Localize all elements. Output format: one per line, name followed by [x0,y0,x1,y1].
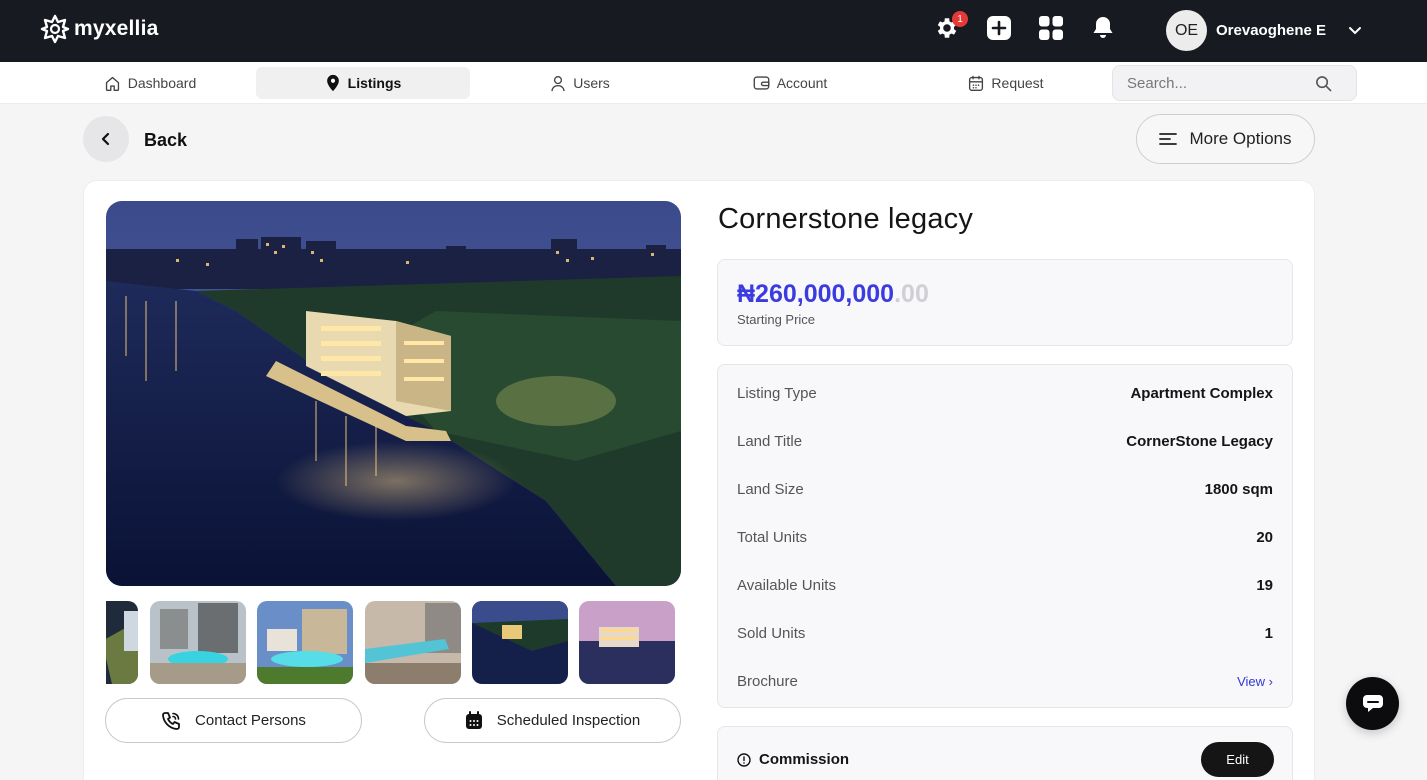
nav-item-dashboard[interactable]: Dashboard [60,67,240,99]
commission-section: Commission Edit [717,726,1293,780]
chat-icon [1362,694,1383,712]
price-box: ₦260,000,000.00 Starting Price [717,259,1293,346]
thumbnail-image[interactable] [579,601,675,684]
thumbnail-image[interactable] [106,601,138,684]
detail-key: Sold Units [737,624,806,642]
detail-value: CornerStone Legacy [1126,432,1273,450]
settings-button[interactable]: 1 [934,11,968,41]
detail-row-total-units: Total Units 20 [737,527,1273,547]
detail-key: Total Units [737,528,808,546]
price-label: Starting Price [737,312,816,327]
thumbnail-image[interactable] [150,601,246,684]
avatar: OE [1166,10,1207,51]
detail-row-available-units: Available Units 19 [737,575,1273,595]
chevron-down-icon [1349,26,1362,34]
detail-key: Available Units [737,576,836,594]
notifications-button[interactable] [1090,15,1116,41]
brand-logo[interactable]: myxellia [40,14,159,44]
calendar-icon [969,75,984,91]
nav-item-request[interactable]: Request [916,67,1096,99]
listing-details: Listing Type Apartment Complex Land Titl… [717,364,1293,708]
nav-item-label: Listings [347,75,402,91]
logo-icon [40,14,70,44]
listing-title: Cornerstone legacy [718,203,974,235]
top-bar: myxellia 1 OE Orevaoghene E [0,0,1427,62]
detail-key: Listing Type [737,384,817,402]
add-button[interactable] [986,15,1012,41]
contact-persons-label: Contact Persons [195,712,306,729]
detail-key: Land Title [737,432,803,450]
detail-row-listing-type: Listing Type Apartment Complex [737,383,1273,403]
nav-item-account[interactable]: Account [700,67,880,99]
brand-name: myxellia [74,17,159,40]
top-actions: 1 [934,11,1116,41]
nav-item-users[interactable]: Users [490,67,670,99]
home-icon [105,76,119,91]
nav-item-label: Dashboard [127,75,197,91]
nav-item-label: Users [573,75,610,91]
detail-value: 19 [1256,576,1273,594]
user-icon [551,75,565,91]
user-menu[interactable]: OE Orevaoghene E [1166,10,1362,51]
detail-row-land-size: Land Size 1800 sqm [737,479,1273,499]
price-main: ₦260,000,000 [737,280,895,308]
scheduled-inspection-label: Scheduled Inspection [496,712,641,729]
search-input[interactable] [1127,74,1307,92]
info-icon [737,752,751,767]
bell-icon [1093,17,1113,38]
chat-button[interactable] [1346,677,1399,730]
more-options-button[interactable]: More Options [1136,114,1315,164]
detail-row-land-title: Land Title CornerStone Legacy [737,431,1273,451]
brochure-view-link[interactable]: View › [1237,674,1273,689]
commission-header: Commission [737,751,849,768]
more-options-label: More Options [1189,129,1292,148]
starting-price: ₦260,000,000.00 [737,280,929,309]
detail-value: 1 [1264,624,1273,642]
apps-button[interactable] [1038,15,1064,41]
scheduled-inspection-button[interactable]: Scheduled Inspection [424,698,681,743]
wallet-icon [753,76,770,90]
detail-value: 1800 sqm [1204,480,1273,498]
user-name: Orevaoghene E [1216,22,1327,39]
detail-key: Brochure [737,672,798,690]
thumbnail-image[interactable] [257,601,353,684]
menu-lines-icon [1159,133,1178,145]
grid-icon [1039,16,1063,40]
thumbnail-image[interactable] [365,601,461,684]
nav-item-listings[interactable]: Listings [256,67,470,99]
commission-label: Commission [759,751,850,768]
calendar-icon [465,711,482,729]
phone-icon [162,711,180,730]
detail-value: Apartment Complex [1130,384,1273,402]
main-nav: Dashboard Listings Users Account Request [0,62,1427,104]
nav-item-label: Account [776,75,828,91]
search-icon[interactable] [1315,75,1332,92]
back-button[interactable] [83,116,129,162]
search-bar [1112,65,1357,101]
detail-value: 20 [1256,528,1273,546]
chevron-left-icon [101,132,110,146]
main-property-image[interactable] [106,201,681,586]
notification-badge: 1 [952,11,968,27]
thumbnail-image[interactable] [472,601,568,684]
plus-square-icon [987,16,1011,40]
price-decimal: .00 [894,280,929,308]
location-pin-icon [326,74,339,92]
image-thumbnails [106,601,681,684]
edit-commission-button[interactable]: Edit [1201,742,1274,777]
detail-key: Land Size [737,480,804,498]
back-label[interactable]: Back [144,130,187,151]
detail-row-sold-units: Sold Units 1 [737,623,1273,643]
nav-item-label: Request [991,75,1044,91]
detail-row-brochure: Brochure View › [737,671,1273,691]
contact-persons-button[interactable]: Contact Persons [105,698,362,743]
